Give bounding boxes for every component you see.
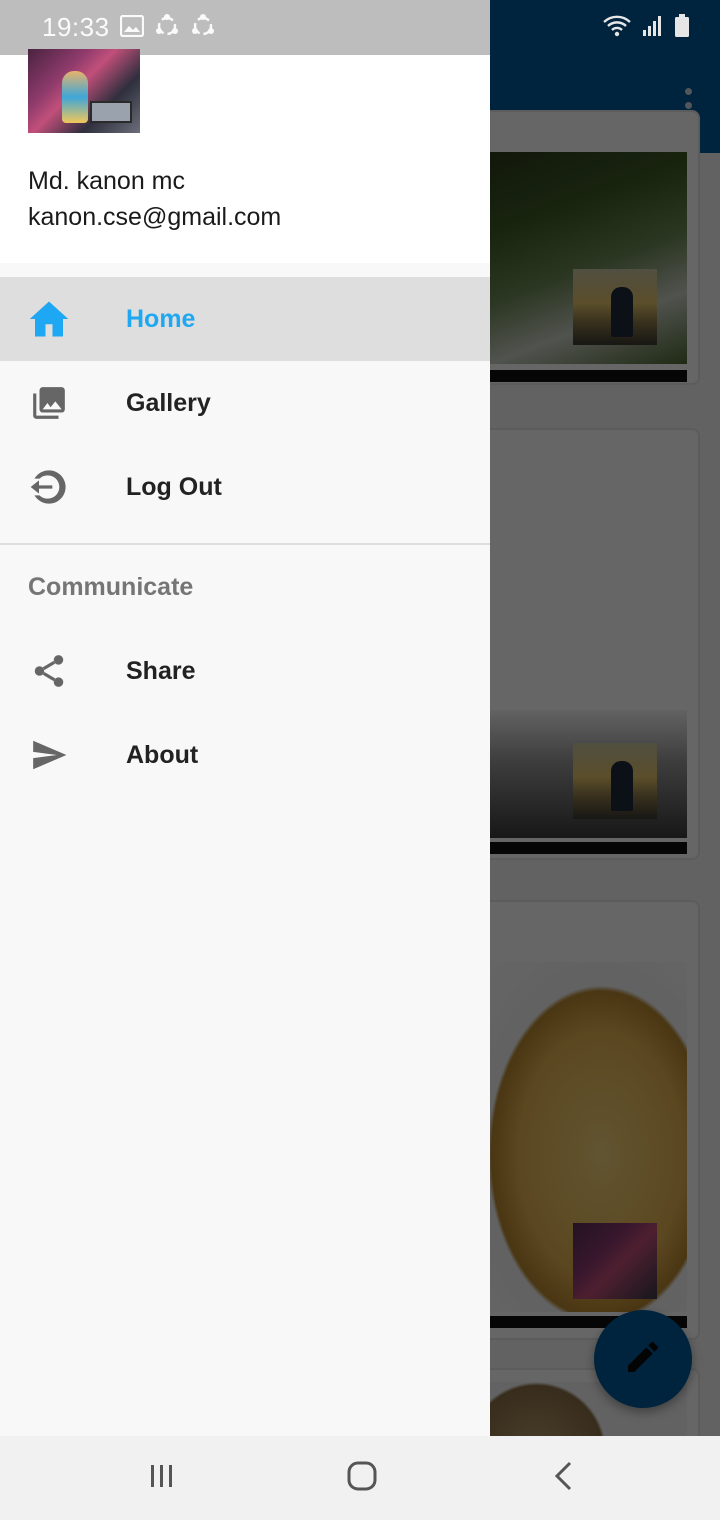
battery-icon — [674, 13, 690, 43]
wifi-icon — [602, 14, 632, 43]
system-navigation-bar — [0, 1436, 720, 1520]
drawer-item-label: Share — [126, 656, 196, 685]
drawer-item-label: Home — [126, 304, 196, 333]
avatar[interactable] — [28, 49, 140, 133]
notification-icons — [119, 13, 216, 44]
sync-icon — [154, 13, 180, 44]
recents-button[interactable] — [142, 1458, 182, 1498]
drawer-item-gallery[interactable]: Gallery — [0, 361, 490, 445]
status-bar: 19:33 — [0, 0, 720, 55]
drawer-item-home[interactable]: Home — [0, 277, 490, 361]
drawer-item-share[interactable]: Share — [0, 629, 490, 713]
drawer-item-logout[interactable]: Log Out — [0, 445, 490, 529]
back-icon — [552, 1461, 576, 1496]
signal-icon — [642, 15, 664, 42]
gallery-icon — [28, 382, 70, 424]
system-status-icons — [602, 13, 690, 43]
send-icon — [28, 734, 70, 776]
back-button[interactable] — [544, 1458, 584, 1498]
logout-icon — [28, 466, 70, 508]
status-time: 19:33 — [42, 12, 110, 42]
drawer-divider — [0, 543, 490, 545]
home-button[interactable] — [342, 1458, 382, 1498]
user-email: kanon.cse@gmail.com — [28, 203, 282, 231]
drawer-header: Md. kanon mc kanon.cse@gmail.com — [0, 49, 490, 263]
drawer-item-about[interactable]: About — [0, 713, 490, 797]
image-icon — [119, 14, 145, 42]
drawer-item-label: About — [126, 740, 199, 769]
share-icon — [28, 650, 70, 692]
sync-icon — [190, 13, 216, 44]
section-title: Communicate — [28, 573, 194, 601]
navigation-drawer: Md. kanon mc kanon.cse@gmail.com Home Ga… — [0, 49, 490, 1436]
recents-icon — [148, 1462, 176, 1495]
home-icon — [347, 1461, 377, 1496]
user-name: Md. kanon mc — [28, 167, 186, 195]
drawer-item-label: Gallery — [126, 388, 211, 417]
home-icon — [28, 298, 70, 340]
drawer-item-label: Log Out — [126, 472, 222, 501]
